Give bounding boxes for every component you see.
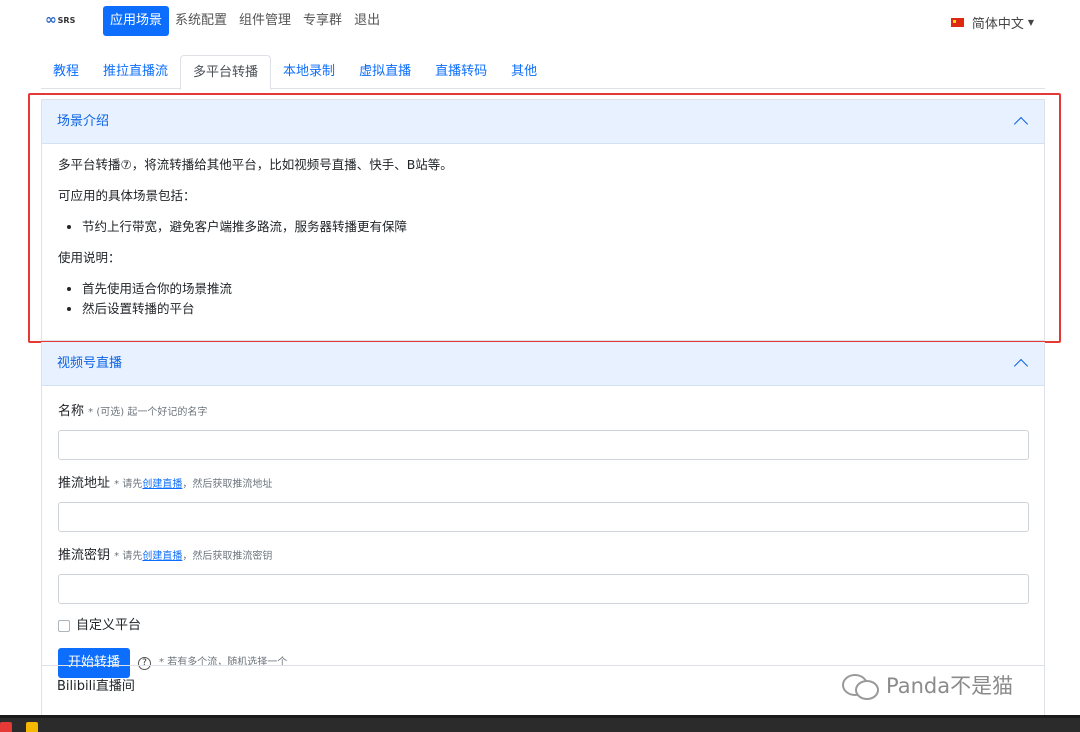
url-hint-post: ，然后获取推流地址: [182, 479, 273, 490]
app-icon[interactable]: [0, 722, 12, 732]
srs-logo[interactable]: ∞ SRS: [45, 12, 75, 28]
key-hint-pre: * 请先: [114, 551, 143, 562]
channels-accordion-header[interactable]: 视频号直播: [42, 342, 1044, 386]
menu-logout[interactable]: 退出: [348, 6, 386, 36]
menu-components[interactable]: 组件管理: [233, 6, 297, 36]
name-hint: * (可选) 起一个好记的名字: [88, 407, 208, 418]
main-menu: 应用场景 系统配置 组件管理 专享群 退出: [103, 6, 386, 36]
name-label: 名称 * (可选) 起一个好记的名字: [58, 402, 1028, 423]
key-label-text: 推流密钥: [58, 548, 111, 563]
tab-tutorial[interactable]: 教程: [41, 55, 91, 89]
custom-platform-checkbox[interactable]: [58, 620, 70, 632]
create-live-link[interactable]: 创建直播: [142, 551, 182, 562]
caret-down-icon: ▼: [1027, 18, 1034, 27]
top-navbar: ∞ SRS 应用场景 系统配置 组件管理 专享群 退出 简体中文 ▼: [0, 0, 1080, 42]
channels-title: 视频号直播: [57, 356, 123, 371]
name-input[interactable]: [58, 430, 1029, 460]
tab-virtual-live[interactable]: 虚拟直播: [347, 55, 423, 89]
key-hint: * 请先创建直播，然后获取推流密钥: [114, 551, 272, 562]
create-live-link[interactable]: 创建直播: [142, 479, 182, 490]
menu-group[interactable]: 专享群: [297, 6, 348, 36]
tab-transcode[interactable]: 直播转码: [423, 55, 499, 89]
language-selector[interactable]: 简体中文 ▼: [950, 13, 1034, 32]
custom-platform-label: 自定义平台: [76, 618, 142, 633]
tab-push-pull[interactable]: 推拉直播流: [91, 55, 180, 89]
folder-icon[interactable]: [26, 722, 38, 732]
name-label-text: 名称: [58, 404, 85, 419]
tab-multi-platform[interactable]: 多平台转播: [180, 55, 272, 90]
key-label: 推流密钥 * 请先创建直播，然后获取推流密钥: [58, 546, 1028, 567]
watermark: Panda不是猫: [842, 670, 1013, 700]
stream-key-input[interactable]: [58, 574, 1029, 604]
url-hint: * 请先创建直播，然后获取推流地址: [114, 479, 272, 490]
url-hint-pre: * 请先: [114, 479, 143, 490]
push-url-input[interactable]: [58, 502, 1029, 532]
key-hint-post: ，然后获取推流密钥: [182, 551, 273, 562]
taskbar: [0, 715, 1080, 732]
custom-platform-row: 自定义平台: [58, 616, 1028, 636]
channels-body: 名称 * (可选) 起一个好记的名字 推流地址 * 请先创建直播，然后获取推流地…: [42, 386, 1044, 689]
chevron-up-icon[interactable]: [1013, 358, 1029, 374]
language-label: 简体中文: [971, 17, 1024, 32]
highlight-box: [28, 93, 1061, 343]
tab-local-record[interactable]: 本地录制: [271, 55, 347, 89]
menu-system-config[interactable]: 系统配置: [169, 6, 233, 36]
china-flag-icon: [950, 18, 964, 27]
tab-other[interactable]: 其他: [499, 55, 549, 89]
url-label-text: 推流地址: [58, 476, 111, 491]
url-label: 推流地址 * 请先创建直播，然后获取推流地址: [58, 474, 1028, 495]
watermark-text: Panda不是猫: [886, 674, 1014, 698]
logo-text: SRS: [57, 15, 76, 25]
menu-scenarios[interactable]: 应用场景: [103, 6, 170, 36]
wechat-icon: [842, 672, 880, 700]
scenario-tabs: 教程 推拉直播流 多平台转播 本地录制 虚拟直播 直播转码 其他: [41, 55, 1045, 90]
infinity-logo-icon: ∞: [45, 12, 57, 28]
